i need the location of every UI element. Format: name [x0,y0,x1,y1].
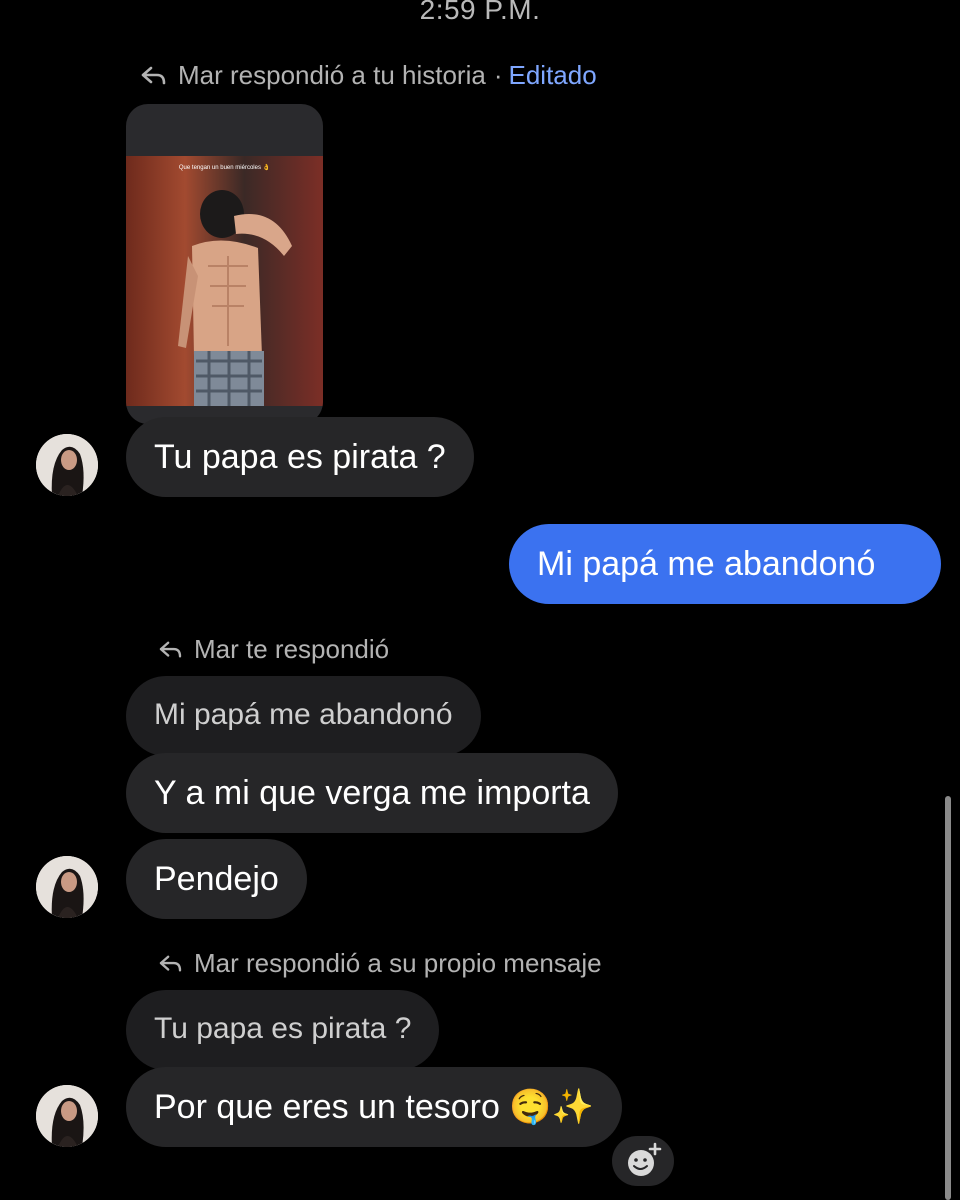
message-bubble-outgoing[interactable]: Mi papá me abandonó [509,524,941,604]
story-reply-label: Mar respondió a tu historia [178,60,486,90]
separator-dot: · [493,60,503,90]
reply-arrow-icon [159,641,182,658]
message-timestamp: 2:59 P.M. [419,0,541,25]
avatar[interactable] [36,434,98,496]
reply-label: Mar te respondió [194,634,390,664]
avatar-image [36,1085,98,1147]
reply-header: Mar te respondió [158,634,389,665]
story-photo: Que tengan un buen miércoles 👌 [126,156,323,406]
reply-header: Mar respondió a su propio mensaje [158,948,602,979]
message-bubble-incoming[interactable]: Y a mi que verga me importa [126,753,618,833]
avatar-image [36,434,98,496]
avatar[interactable] [36,856,98,918]
avatar-image [36,856,98,918]
message-bubble-incoming[interactable]: Pendejo [126,839,307,919]
edited-label[interactable]: Editado [509,60,597,91]
avatar[interactable] [36,1085,98,1147]
message-bubble-incoming[interactable]: Por que eres un tesoro 🤤✨ [126,1067,622,1147]
reply-arrow-icon [159,955,182,972]
story-reply-header: Mar respondió a tu historia · Editado [140,60,597,91]
reply-arrow-icon [141,66,166,84]
scrollbar[interactable] [945,796,951,1200]
quoted-message[interactable]: Tu papa es pirata ? [126,990,440,1070]
story-thumbnail[interactable]: Que tengan un buen miércoles 👌 [126,104,323,424]
story-caption: Que tengan un buen miércoles 👌 [178,165,271,171]
add-reaction-button[interactable] [612,1136,674,1186]
reply-label: Mar respondió a su propio mensaje [194,948,602,978]
add-reaction-icon [628,1142,662,1176]
story-figure [178,190,292,406]
message-bubble-incoming[interactable]: Tu papa es pirata ? [126,417,474,497]
quoted-message[interactable]: Mi papá me abandonó [126,676,481,756]
